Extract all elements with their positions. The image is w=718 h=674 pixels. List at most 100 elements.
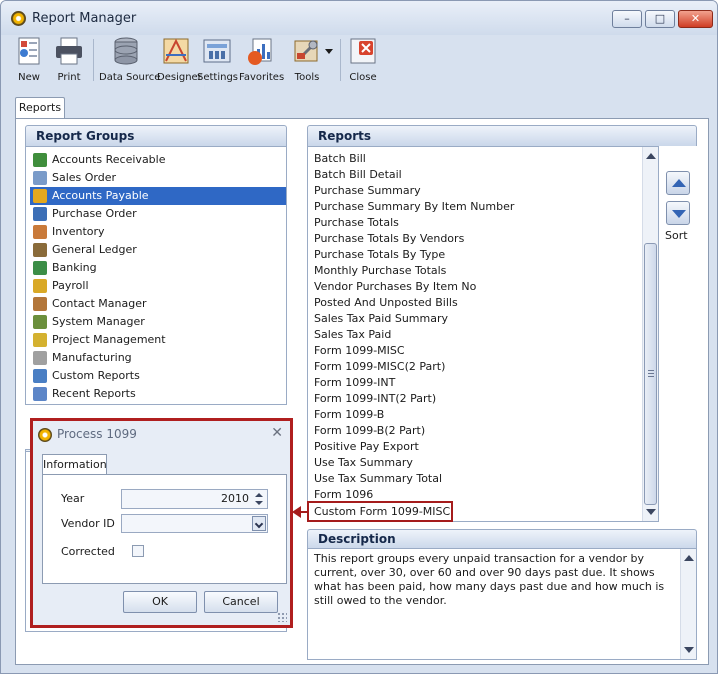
close-button[interactable]: Close — [345, 35, 381, 87]
reports-scrollbar[interactable] — [642, 147, 658, 521]
spin-down-icon[interactable] — [255, 501, 263, 505]
report-group-item[interactable]: Payroll — [30, 277, 286, 295]
dialog-app-icon — [38, 428, 52, 442]
report-item[interactable]: Form 1099-INT(2 Part) — [314, 391, 436, 407]
cancel-button[interactable]: Cancel — [204, 591, 278, 613]
minimize-button[interactable]: – — [612, 10, 642, 28]
tab-information[interactable]: Information — [42, 454, 107, 475]
report-group-item[interactable]: Recent Reports — [30, 385, 286, 403]
report-item[interactable]: Form 1099-MISC — [314, 343, 405, 359]
corrected-label: Corrected — [61, 545, 115, 558]
report-group-item[interactable]: Project Management — [30, 331, 286, 349]
favorites-button[interactable]: Favorites — [239, 35, 284, 87]
report-item[interactable]: Batch Bill Detail — [314, 167, 402, 183]
report-item[interactable]: Form 1099-INT — [314, 375, 395, 391]
settings-button[interactable]: Settings — [197, 35, 238, 87]
description-scrollbar[interactable] — [680, 549, 696, 659]
ok-button[interactable]: OK — [123, 591, 197, 613]
corrected-checkbox[interactable] — [132, 545, 144, 557]
sort-up-button[interactable] — [666, 171, 690, 195]
sort-down-button[interactable] — [666, 201, 690, 225]
report-group-label: Banking — [52, 261, 97, 274]
report-group-item[interactable]: Sales Order — [30, 169, 286, 187]
scroll-down-icon[interactable] — [646, 509, 656, 515]
report-item[interactable]: Purchase Totals By Type — [314, 247, 445, 263]
report-group-item[interactable]: Manufacturing — [30, 349, 286, 367]
spin-up-icon[interactable] — [255, 493, 263, 497]
report-item[interactable]: Sales Tax Paid — [314, 327, 391, 343]
report-item[interactable]: Positive Pay Export — [314, 439, 419, 455]
report-group-label: Recent Reports — [52, 387, 136, 400]
report-group-item[interactable]: General Ledger — [30, 241, 286, 259]
designer-button[interactable]: Designer — [157, 35, 202, 87]
report-group-item[interactable]: Contact Manager — [30, 295, 286, 313]
toolbar-separator — [93, 39, 94, 81]
report-group-item[interactable]: System Manager — [30, 313, 286, 331]
highlight-callout-box: Custom Form 1099-MISC — [307, 501, 453, 522]
report-item[interactable]: Monthly Purchase Totals — [314, 263, 446, 279]
report-item[interactable]: Purchase Totals By Vendors — [314, 231, 464, 247]
printer-icon — [53, 35, 85, 67]
highlighted-report-item[interactable]: Custom Form 1099-MISC — [314, 504, 450, 520]
report-group-item[interactable]: Accounts Receivable — [30, 151, 286, 169]
maximize-button[interactable]: □ — [645, 10, 675, 28]
report-group-item[interactable]: Custom Reports — [30, 367, 286, 385]
tab-reports[interactable]: Reports — [15, 97, 65, 119]
report-group-label: Project Management — [52, 333, 166, 346]
year-spinner[interactable] — [254, 491, 266, 507]
report-item[interactable]: Vendor Purchases By Item No — [314, 279, 476, 295]
report-item[interactable]: Form 1099-MISC(2 Part) — [314, 359, 445, 375]
title-bar: Report Manager – □ ✕ — [1, 1, 717, 35]
grip-icon — [648, 370, 654, 378]
toolbar-separator — [340, 39, 341, 81]
resize-grip-icon[interactable] — [277, 612, 287, 622]
report-group-item[interactable]: Inventory — [30, 223, 286, 241]
vendor-id-select[interactable] — [121, 514, 268, 533]
new-button[interactable]: New — [11, 35, 47, 87]
banking-icon — [33, 261, 47, 275]
report-item[interactable]: Form 1099-B — [314, 407, 384, 423]
dialog-close-icon[interactable]: ✕ — [271, 425, 283, 441]
scroll-thumb[interactable] — [644, 243, 657, 505]
report-group-label: Purchase Order — [52, 207, 137, 220]
report-group-item[interactable]: Banking — [30, 259, 286, 277]
tools-button[interactable]: Tools — [287, 35, 327, 87]
contact-manager-icon — [33, 297, 47, 311]
general-ledger-icon — [33, 243, 47, 257]
database-icon — [110, 35, 142, 67]
report-item[interactable]: Sales Tax Paid Summary — [314, 311, 448, 327]
report-group-item[interactable]: Accounts Payable — [30, 187, 286, 205]
report-group-label: Inventory — [52, 225, 105, 238]
year-stepper[interactable]: 2010 — [121, 489, 268, 509]
vendor-id-label: Vendor ID — [61, 517, 115, 530]
report-groups-header: Report Groups — [25, 125, 287, 146]
report-group-label: Sales Order — [52, 171, 117, 184]
window-title: Report Manager — [32, 11, 137, 26]
tools-dropdown-icon[interactable] — [325, 49, 333, 54]
report-group-item[interactable]: Purchase Order — [30, 205, 286, 223]
year-value: 2010 — [221, 492, 249, 505]
report-item[interactable]: Batch Bill — [314, 151, 366, 167]
chevron-down-icon — [254, 519, 264, 529]
report-item[interactable]: Posted And Unposted Bills — [314, 295, 458, 311]
vendor-dropdown-button[interactable] — [252, 516, 266, 531]
print-button[interactable]: Print — [51, 35, 87, 87]
report-item[interactable]: Purchase Totals — [314, 215, 399, 231]
scroll-down-icon[interactable] — [684, 647, 694, 653]
scroll-up-icon[interactable] — [684, 555, 694, 561]
report-groups-list: Accounts Receivable Sales Order Accounts P… — [25, 146, 287, 405]
scroll-up-icon[interactable] — [646, 153, 656, 159]
new-report-icon — [13, 35, 45, 67]
report-group-label: Custom Reports — [52, 369, 140, 382]
report-item[interactable]: Form 1099-B(2 Part) — [314, 423, 425, 439]
close-window-button[interactable]: ✕ — [678, 10, 713, 28]
sort-label: Sort — [665, 229, 688, 242]
report-item[interactable]: Use Tax Summary — [314, 455, 413, 471]
report-item[interactable]: Use Tax Summary Total — [314, 471, 442, 487]
report-group-label: General Ledger — [52, 243, 137, 256]
settings-icon — [201, 35, 233, 67]
report-item[interactable]: Purchase Summary — [314, 183, 421, 199]
data-source-button[interactable]: Data Source — [99, 35, 160, 87]
report-item[interactable]: Purchase Summary By Item Number — [314, 199, 514, 215]
report-manager-window: Report Manager – □ ✕ New Print Data Sour… — [0, 0, 718, 674]
